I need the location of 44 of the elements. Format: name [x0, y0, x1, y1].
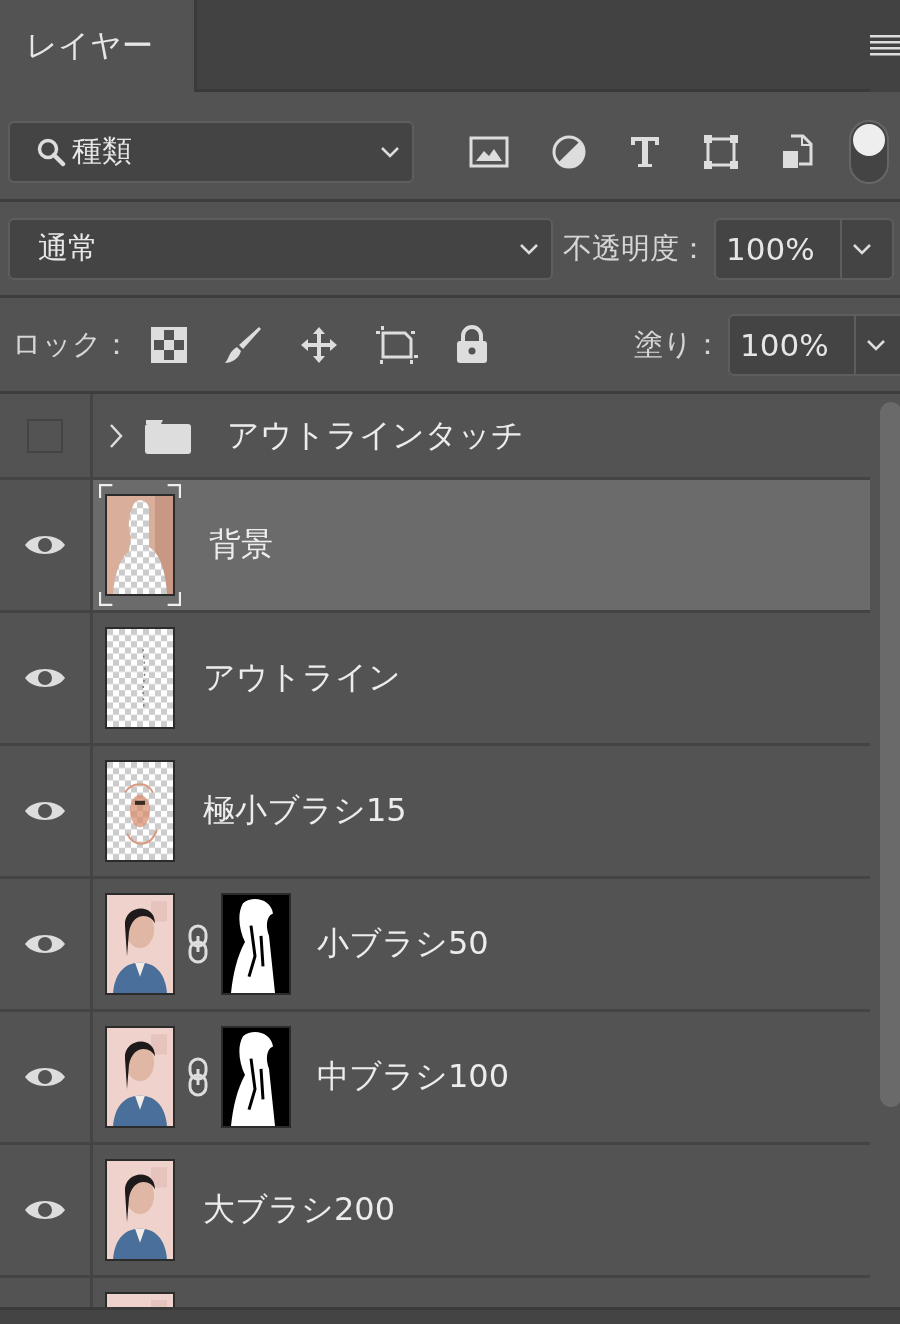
opacity-label: 不透明度： [563, 229, 708, 267]
layer-row[interactable]: 背景 [0, 480, 870, 613]
layer-row[interactable]: 中ブラシ100 [0, 1012, 870, 1145]
layer-row[interactable]: 極小ブラシ15 [0, 746, 870, 879]
layer-name: 極小ブラシ15 [203, 790, 407, 831]
artboard-icon[interactable] [375, 324, 419, 365]
half-circle-icon[interactable] [551, 133, 587, 170]
layer-name: アウトラインタッチ [227, 414, 524, 456]
chevron-icon [866, 338, 886, 351]
chain-link-icon[interactable] [187, 1057, 209, 1097]
lock-icon[interactable] [455, 324, 489, 365]
type-icon[interactable] [629, 134, 661, 169]
menu-icon[interactable] [870, 35, 900, 57]
filter-toggle[interactable] [849, 119, 889, 184]
folder-icon [145, 417, 191, 454]
layer-mask-thumbnail[interactable] [221, 1026, 291, 1128]
image-icon[interactable] [469, 135, 509, 168]
layer-name: 小ブラシ50 [317, 923, 489, 964]
brush-icon[interactable] [223, 324, 263, 365]
chevron-icon [519, 242, 539, 255]
selection-brackets-icon [99, 484, 181, 606]
search-icon [36, 136, 66, 167]
opacity-field[interactable]: 100% [714, 217, 894, 280]
layer-row[interactable]: アウトライン [0, 613, 870, 746]
layer-mask-thumbnail[interactable] [221, 893, 291, 995]
chevron-icon[interactable] [109, 422, 123, 449]
chain-link-icon[interactable] [187, 924, 209, 964]
checkerboard-icon[interactable] [151, 326, 187, 363]
fill-label: 塗り： [634, 325, 722, 363]
lock-label: ロック： [12, 325, 131, 363]
layer-name: 中ブラシ100 [317, 1056, 510, 1097]
chevron-icon [852, 242, 872, 255]
fill-field[interactable]: 100% [728, 313, 900, 376]
layer-row[interactable]: 大ブラシ200 [0, 1145, 870, 1278]
transform-icon[interactable] [703, 133, 739, 170]
layer-row[interactable]: 小ブラシ50 [0, 879, 870, 1012]
panel-tab[interactable]: レイヤー [0, 0, 197, 92]
layer-name: 背景 [209, 524, 273, 565]
filter-dropdown[interactable]: 種類 [8, 120, 414, 183]
blend-mode-dropdown[interactable]: 通常 [8, 217, 553, 280]
layer-name: アウトライン [203, 657, 401, 698]
document-icon[interactable] [781, 133, 813, 170]
chevron-icon [380, 145, 400, 158]
layer-name: 大ブラシ200 [203, 1189, 396, 1230]
